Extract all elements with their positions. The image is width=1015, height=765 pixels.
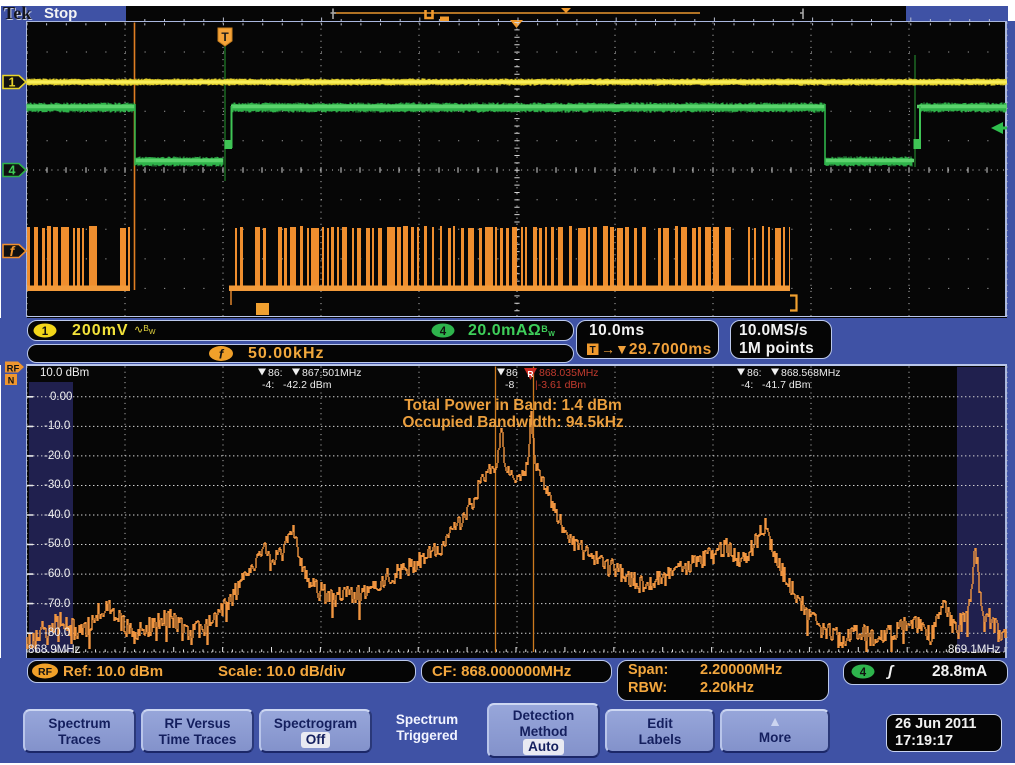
svg-text:4: 4	[860, 667, 867, 679]
svg-text:RF: RF	[38, 666, 53, 678]
svg-text:T: T	[590, 345, 596, 356]
svg-text:1: 1	[42, 326, 49, 338]
svg-text:4: 4	[440, 326, 447, 338]
